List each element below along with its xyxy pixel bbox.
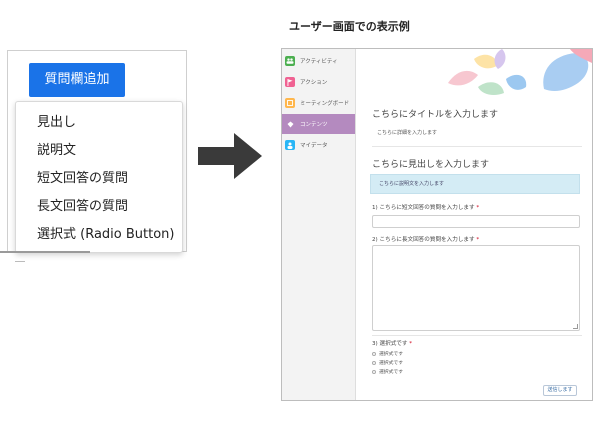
underlying-divider-bottom xyxy=(0,251,90,253)
radio-option[interactable]: 選択式です xyxy=(372,350,403,357)
section-divider xyxy=(372,146,582,147)
sidebar-item-my-data[interactable]: マイデータ xyxy=(282,135,355,155)
sidebar-item-activity[interactable]: アクティビティ xyxy=(282,51,355,71)
form-content: こちらにタイトルを入力します こちらに詳細を入力します こちらに見出しを入力しま… xyxy=(356,49,592,400)
person-icon xyxy=(285,140,295,150)
sidebar: アクティビティ アクション ミーティングボード コンテンツ マイデータ xyxy=(282,49,356,400)
question-3-label: 3) 選択式です * xyxy=(372,341,413,347)
form-title: こちらにタイトルを入力します xyxy=(372,110,499,120)
editor-panel: 質問欄追加 見出し 説明文 短文回答の質問 長文回答の質問 選択式 (Radio… xyxy=(7,50,187,262)
flag-icon xyxy=(285,77,295,87)
radio-circle-icon[interactable] xyxy=(372,351,376,356)
sidebar-item-label: アクション xyxy=(300,80,328,86)
form-heading: こちらに見出しを入力します xyxy=(372,160,490,170)
underlying-divider xyxy=(15,261,25,262)
radio-circle-icon[interactable] xyxy=(372,360,376,365)
sidebar-item-label: コンテンツ xyxy=(300,122,328,128)
form-description: こちらに詳細を入力します xyxy=(377,130,438,136)
menu-item-long-answer[interactable]: 長文回答の質問 xyxy=(16,193,182,221)
sidebar-item-label: ミーティングボード xyxy=(300,101,350,107)
people-icon xyxy=(285,56,295,66)
add-question-button[interactable]: 質問欄追加 xyxy=(29,63,125,97)
resize-handle-icon[interactable] xyxy=(573,324,578,329)
board-icon xyxy=(285,98,295,108)
required-mark: * xyxy=(409,341,413,347)
user-view-screenshot: アクティビティ アクション ミーティングボード コンテンツ マイデータ こちらに… xyxy=(281,48,593,401)
menu-item-radio[interactable]: 選択式 (Radio Button) xyxy=(16,221,182,249)
menu-item-short-answer[interactable]: 短文回答の質問 xyxy=(16,165,182,193)
decorative-banner xyxy=(356,49,592,97)
menu-item-description[interactable]: 説明文 xyxy=(16,137,182,165)
required-mark: * xyxy=(476,237,480,243)
menu-item-heading[interactable]: 見出し xyxy=(16,109,182,137)
radio-option[interactable]: 選択式です xyxy=(372,359,403,366)
radio-option[interactable]: 選択式です xyxy=(372,368,403,375)
submit-button[interactable]: 送信します xyxy=(543,385,577,396)
question-1-label: 1) こちらに短文回答の質問を入力します * xyxy=(372,205,480,211)
question-2-label: 2) こちらに長文回答の質問を入力します * xyxy=(372,237,480,243)
question-type-menu: 見出し 説明文 短文回答の質問 長文回答の質問 選択式 (Radio Butto… xyxy=(15,101,183,253)
content-icon xyxy=(285,119,295,129)
radio-circle-icon[interactable] xyxy=(372,369,376,374)
sidebar-item-content[interactable]: コンテンツ xyxy=(282,114,355,134)
example-caption: ユーザー画面での表示例 xyxy=(289,21,410,33)
info-box: こちらに説明文を入力します xyxy=(370,174,580,194)
long-answer-textarea[interactable] xyxy=(372,245,580,331)
sidebar-item-action[interactable]: アクション xyxy=(282,72,355,92)
sidebar-item-meeting-board[interactable]: ミーティングボード xyxy=(282,93,355,113)
sidebar-item-label: マイデータ xyxy=(300,143,328,149)
short-answer-input[interactable] xyxy=(372,215,580,228)
section-divider xyxy=(372,335,582,336)
sidebar-item-label: アクティビティ xyxy=(300,59,338,65)
required-mark: * xyxy=(476,205,480,211)
arrow-right-icon xyxy=(198,133,262,179)
